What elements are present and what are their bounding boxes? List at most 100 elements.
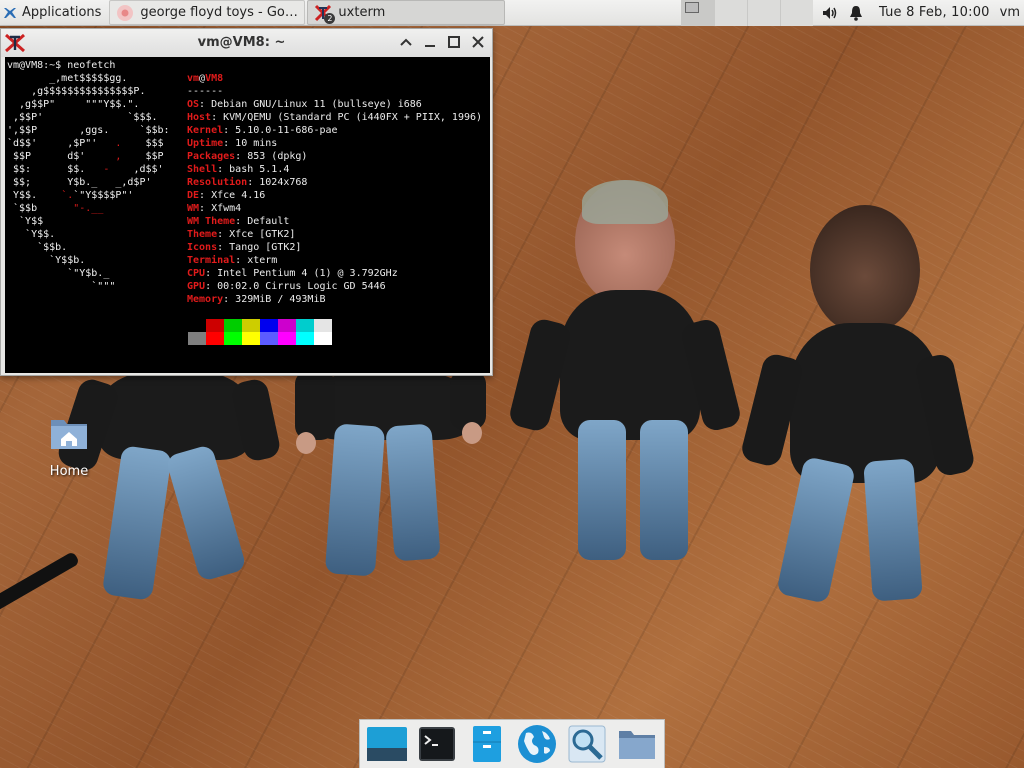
info-row: WM: Xfwm4 bbox=[187, 203, 242, 214]
color-swatch bbox=[206, 332, 224, 345]
volume-icon[interactable] bbox=[821, 5, 839, 21]
separator-line: ------ bbox=[187, 86, 224, 97]
wallpaper-doll-2 bbox=[290, 370, 500, 590]
info-row: CPU: Intel Pentium 4 (1) @ 3.792GHz bbox=[187, 268, 398, 279]
color-swatch bbox=[242, 332, 260, 345]
window-count-badge: 2 bbox=[324, 12, 336, 24]
chrome-icon bbox=[116, 4, 134, 22]
info-key: Theme bbox=[187, 229, 218, 240]
web-browser-button[interactable] bbox=[515, 722, 559, 766]
close-icon[interactable] bbox=[470, 34, 486, 50]
palette-dark bbox=[188, 319, 332, 332]
info-value: Debian GNU/Linux 11 (bullseye) i686 bbox=[211, 99, 422, 110]
info-row: WM Theme: Default bbox=[187, 216, 290, 227]
info-key: Memory bbox=[187, 294, 224, 305]
folder-button[interactable] bbox=[615, 722, 659, 766]
user-host-line: vm@VM8 bbox=[187, 73, 224, 84]
taskbar-item-label: uxterm bbox=[338, 5, 386, 20]
info-row: Icons: Tango [GTK2] bbox=[187, 242, 302, 253]
info-value: Default bbox=[247, 216, 290, 227]
info-row: Kernel: 5.10.0-11-686-pae bbox=[187, 125, 338, 136]
file-manager-icon bbox=[473, 726, 501, 762]
palette-bright bbox=[188, 332, 332, 345]
debian-ascii-logo: _,met$$$$$gg. ,g$$$$$$$$$$$$$$$P. ,g$$P"… bbox=[7, 73, 170, 292]
color-swatch bbox=[188, 319, 206, 332]
applications-menu[interactable]: Applications bbox=[0, 0, 107, 26]
info-row: Packages: 853 (dpkg) bbox=[187, 151, 308, 162]
color-swatch bbox=[296, 332, 314, 345]
minimize-icon[interactable] bbox=[422, 34, 438, 50]
system-tray: Tue 8 Feb, 10:00 vm bbox=[821, 0, 1024, 26]
info-row: Host: KVM/QEMU (Standard PC (i440FX + PI… bbox=[187, 112, 483, 123]
notification-bell-icon[interactable] bbox=[849, 5, 863, 21]
app-finder-button[interactable] bbox=[565, 722, 609, 766]
info-value: 329MiB / 493MiB bbox=[235, 294, 326, 305]
color-swatch bbox=[188, 332, 206, 345]
info-value: xterm bbox=[247, 255, 278, 266]
maximize-icon[interactable] bbox=[446, 34, 462, 50]
info-value: Xfwm4 bbox=[211, 203, 242, 214]
color-swatch bbox=[260, 319, 278, 332]
color-swatch bbox=[278, 319, 296, 332]
taskbar-item-chrome[interactable]: george floyd toys - Goo... bbox=[109, 0, 306, 25]
window-titlebar[interactable]: vm@VM8: ~ bbox=[1, 29, 492, 57]
uxterm-window: vm@VM8: ~ vm@VM8:~$ neofetch _,met$$$$$g… bbox=[0, 28, 493, 376]
info-key: GPU bbox=[187, 281, 206, 292]
info-row: Memory: 329MiB / 493MiB bbox=[187, 294, 326, 305]
desktop-home-icon[interactable]: Home bbox=[42, 414, 96, 479]
info-value: Intel Pentium 4 (1) @ 3.792GHz bbox=[217, 268, 398, 279]
info-row: OS: Debian GNU/Linux 11 (bullseye) i686 bbox=[187, 99, 422, 110]
xfce-mouse-icon bbox=[4, 7, 16, 18]
neofetch-info: vm@VM8 ------ OS: Debian GNU/Linux 11 (b… bbox=[187, 72, 482, 306]
user-menu[interactable]: vm bbox=[1000, 5, 1020, 20]
color-swatch bbox=[224, 319, 242, 332]
show-desktop-icon bbox=[367, 727, 407, 761]
window-title: vm@VM8: ~ bbox=[197, 35, 286, 50]
color-swatch bbox=[278, 332, 296, 345]
info-row: Resolution: 1024x768 bbox=[187, 177, 308, 188]
info-key: OS bbox=[187, 99, 200, 110]
show-desktop-button[interactable] bbox=[365, 722, 409, 766]
info-value: 10 mins bbox=[235, 138, 278, 149]
info-key: Resolution bbox=[187, 177, 248, 188]
xterm-icon: 2 bbox=[314, 4, 336, 24]
app-finder-icon bbox=[568, 725, 606, 763]
info-key: DE bbox=[187, 190, 200, 201]
info-value: KVM/QEMU (Standard PC (i440FX + PIIX, 19… bbox=[223, 112, 483, 123]
info-key: Shell bbox=[187, 164, 218, 175]
info-key: Uptime bbox=[187, 138, 224, 149]
info-value: 00:02.0 Cirrus Logic GD 5446 bbox=[217, 281, 386, 292]
info-key: Terminal bbox=[187, 255, 236, 266]
info-value: Xfce [GTK2] bbox=[229, 229, 296, 240]
folder-icon bbox=[619, 731, 655, 759]
info-row: Theme: Xfce [GTK2] bbox=[187, 229, 296, 240]
info-value: Tango [GTK2] bbox=[229, 242, 302, 253]
file-manager-button[interactable] bbox=[465, 722, 509, 766]
wallpaper-doll-1 bbox=[55, 370, 282, 610]
info-key: CPU bbox=[187, 268, 206, 279]
desktop-home-label: Home bbox=[49, 464, 89, 479]
workspace-4[interactable] bbox=[779, 0, 813, 26]
dock-panel bbox=[359, 719, 665, 768]
info-row: Shell: bash 5.1.4 bbox=[187, 164, 290, 175]
workspace-2[interactable] bbox=[713, 0, 747, 26]
workspace-1[interactable] bbox=[680, 0, 714, 26]
top-panel: Applications george floyd toys - Goo... … bbox=[0, 0, 1024, 26]
info-row: Terminal: xterm bbox=[187, 255, 278, 266]
color-swatch bbox=[206, 319, 224, 332]
color-swatch bbox=[296, 319, 314, 332]
info-row: DE: Xfce 4.16 bbox=[187, 190, 266, 201]
chevron-up-icon[interactable] bbox=[398, 34, 414, 50]
terminal-button[interactable] bbox=[415, 722, 459, 766]
clock[interactable]: Tue 8 Feb, 10:00 bbox=[879, 5, 990, 20]
taskbar-item-uxterm[interactable]: 2 uxterm bbox=[307, 0, 506, 25]
terminal-prompt: vm@VM8:~$ neofetch bbox=[7, 60, 116, 71]
info-key: Host bbox=[187, 112, 212, 123]
info-value: Xfce 4.16 bbox=[211, 190, 266, 201]
terminal-icon bbox=[419, 727, 455, 761]
color-swatch bbox=[260, 332, 278, 345]
wallpaper-doll-4 bbox=[739, 205, 977, 605]
terminal-area[interactable]: vm@VM8:~$ neofetch _,met$$$$$gg. ,g$$$$$… bbox=[5, 57, 490, 373]
workspace-3[interactable] bbox=[746, 0, 780, 26]
info-key: WM Theme bbox=[187, 216, 236, 227]
